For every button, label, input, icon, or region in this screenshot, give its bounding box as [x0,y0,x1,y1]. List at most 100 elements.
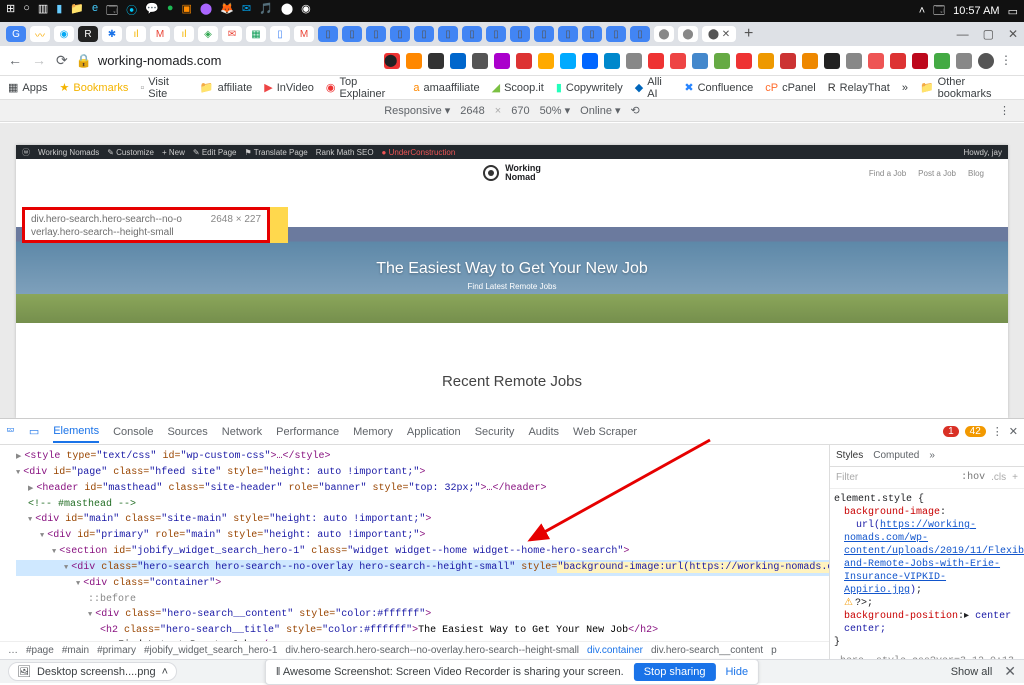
browser-tab[interactable]: ⬤ [678,26,698,42]
url-display[interactable]: 🔒 working-nomads.com [76,53,222,69]
wp-logo-icon[interactable]: ⓦ [22,147,30,158]
reload-button[interactable]: ⟳ [56,52,68,69]
browser-tab[interactable]: ◉ [54,26,74,42]
ext-icon[interactable] [736,53,752,69]
devtools-tab-elements[interactable]: Elements [53,420,99,443]
taskbar-app-icon[interactable]: ✉ [242,2,251,21]
devtools-tab[interactable]: Application [407,426,461,438]
window-maximize[interactable]: ▢ [983,27,994,41]
filter-input[interactable]: Filter [836,472,858,483]
bookmark-item[interactable]: ▶InVideo [264,81,314,94]
taskbar-app-icon[interactable]: ⬤ [281,2,293,21]
hov-toggle[interactable]: :hov [961,472,985,483]
ext-icon[interactable] [956,53,972,69]
bookmark-item[interactable]: ◢Scoop.it [492,81,544,94]
browser-tab[interactable]: G [6,26,26,42]
close-download-bar[interactable]: ✕ [1004,663,1016,680]
ext-icon[interactable] [846,53,862,69]
ext-avatar[interactable] [978,53,994,69]
taskview-icon[interactable]: ▥ [38,2,48,21]
browser-tab[interactable]: ▯ [534,26,554,42]
ext-icon[interactable] [472,53,488,69]
taskbar-clock[interactable]: 10:57 AM [953,5,999,17]
ext-icon[interactable] [582,53,598,69]
device-width[interactable]: 2648 [460,105,484,117]
styles-tab[interactable]: Styles [836,450,863,461]
browser-tab[interactable]: 〰 [30,26,50,42]
rendered-page[interactable]: ⓦ Working Nomads ✎ Customize + New ✎ Edi… [16,145,1008,418]
devtools-tab[interactable]: Audits [528,426,559,438]
ext-icon[interactable] [516,53,532,69]
device-menu-icon[interactable]: ⋮ [999,104,1010,117]
taskbar-app-icon[interactable]: ⦿ [126,2,137,21]
breadcrumb[interactable]: … #page #main #primary #jobify_widget_se… [0,641,829,659]
browser-tab[interactable]: ▯ [342,26,362,42]
stop-sharing-button[interactable]: Stop sharing [634,663,716,681]
devtools-tab[interactable]: Performance [276,426,339,438]
taskbar-app-icon[interactable]: 🦊 [220,2,234,21]
nav-link[interactable]: Blog [968,169,984,178]
browser-tab[interactable]: ▯ [438,26,458,42]
browser-tab[interactable]: ✉ [222,26,242,42]
device-mode-select[interactable]: Responsive ▾ [384,104,450,117]
browser-tab[interactable]: ▯ [606,26,626,42]
taskbar-app-icon[interactable]: 🗔 [106,2,118,21]
browser-tab[interactable]: ⬤ [654,26,674,42]
bookmark-item[interactable]: ◉Top Explainer [326,76,402,100]
show-all-downloads[interactable]: Show all [951,666,993,678]
taskbar-chrome-icon[interactable]: ◉ [301,2,311,21]
browser-tab[interactable]: ıl [126,26,146,42]
ext-icon[interactable] [670,53,686,69]
ext-icon[interactable] [780,53,796,69]
new-tab-button[interactable]: + [744,25,753,43]
bookmark-item[interactable]: cPcPanel [765,82,815,94]
devtools-close-icon[interactable]: ✕ [1009,425,1018,438]
start-icon[interactable]: ⊞ [6,2,15,21]
taskbar-app-icon[interactable]: e [92,2,98,21]
ext-icon[interactable] [648,53,664,69]
devtools-tab[interactable]: Sources [167,426,207,438]
browser-tab[interactable]: R [78,26,98,42]
taskbar-app-icon[interactable]: 🎵 [259,2,273,21]
devtools-tab[interactable]: Memory [353,426,393,438]
devtools-tab[interactable]: Console [113,426,153,438]
rotate-icon[interactable]: ⟲ [631,104,640,117]
ext-icon[interactable]: ⬤ [384,53,400,69]
taskbar-app-icon[interactable]: 📁 [70,2,84,21]
browser-tab[interactable]: ▯ [486,26,506,42]
customize-link[interactable]: ✎ Customize [107,148,154,157]
browser-tab[interactable]: M [150,26,170,42]
battery-icon[interactable]: 🗔 [933,2,945,21]
window-close[interactable]: ✕ [1008,27,1018,41]
ext-icon[interactable] [406,53,422,69]
ext-icon[interactable] [890,53,906,69]
browser-tab[interactable]: ▯ [558,26,578,42]
chrome-menu-icon[interactable]: ⋮ [1000,53,1016,69]
bookmark-item[interactable]: ▮Copywritely [556,81,623,94]
ext-icon[interactable] [494,53,510,69]
taskbar-app-icon[interactable]: ▮ [56,2,62,21]
bookmark-item[interactable]: ✖Confluence [684,81,753,94]
browser-tab[interactable]: ✱ [102,26,122,42]
browser-tab[interactable]: ▯ [390,26,410,42]
devtools-tab[interactable]: Network [222,426,262,438]
hide-button[interactable]: Hide [725,666,748,678]
warning-count[interactable]: 42 [965,426,986,437]
bookmarks-overflow[interactable]: » [902,82,908,94]
taskbar-app-icon[interactable]: ⬤ [200,2,212,21]
devtools-tab[interactable]: Security [475,426,515,438]
style-rules[interactable]: element.style { background-image: url(ht… [830,489,1024,659]
ext-icon[interactable] [604,53,620,69]
browser-tab[interactable]: ▯ [630,26,650,42]
browser-tab[interactable]: M [294,26,314,42]
device-zoom[interactable]: 50% ▾ [540,104,571,117]
ext-icon[interactable] [868,53,884,69]
browser-tab[interactable]: ▯ [462,26,482,42]
bookmark-item[interactable]: 📁affiliate [200,81,252,94]
taskbar-app-icon[interactable]: ● [167,2,174,21]
ext-icon[interactable] [428,53,444,69]
ext-icon[interactable] [692,53,708,69]
ext-icon[interactable] [912,53,928,69]
taskbar-app-icon[interactable]: 💬 [145,2,159,21]
browser-tab[interactable]: ◈ [198,26,218,42]
